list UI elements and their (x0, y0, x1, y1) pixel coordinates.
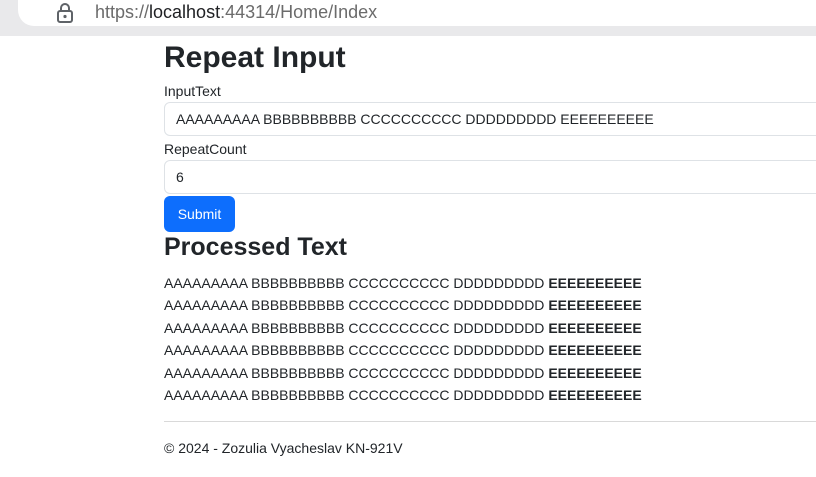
footer-text: © 2024 - Zozulia Vyacheslav KN-921V (164, 440, 403, 456)
processed-line-normal: AAAAAAAAA BBBBBBBBBB CCCCCCCCCC DDDDDDDD… (164, 319, 549, 336)
processed-line-bold: EEEEEEEEEE (548, 297, 642, 314)
processed-line-normal: AAAAAAAAA BBBBBBBBBB CCCCCCCCCC DDDDDDDD… (164, 342, 549, 359)
processed-line-bold: EEEEEEEEEE (548, 387, 642, 404)
input-text-field[interactable]: AAAAAAAAA BBBBBBBBBB CCCCCCCCCC DDDDDDDD… (164, 102, 816, 136)
processed-line: AAAAAAAAA BBBBBBBBBB CCCCCCCCCC DDDDDDDD… (164, 362, 642, 384)
page-title: Repeat Input (164, 41, 346, 74)
repeat-count-field[interactable]: 6 (164, 160, 816, 194)
processed-text-title: Processed Text (164, 233, 347, 261)
processed-line-normal: AAAAAAAAA BBBBBBBBBB CCCCCCCCCC DDDDDDDD… (164, 364, 549, 381)
submit-button[interactable]: Submit (164, 196, 235, 232)
url-field[interactable]: https://localhost:44314/Home/Index (18, 0, 816, 26)
url-scheme: https:// (95, 2, 150, 22)
processed-line-bold: EEEEEEEEEE (548, 364, 642, 381)
input-text-label: InputText (164, 83, 221, 99)
url-host: localhost (149, 2, 221, 22)
browser-address-bar: https://localhost:44314/Home/Index (0, 0, 816, 36)
url-path: :44314/Home/Index (220, 2, 378, 22)
processed-line: AAAAAAAAA BBBBBBBBBB CCCCCCCCCC DDDDDDDD… (164, 317, 642, 339)
processed-line: AAAAAAAAA BBBBBBBBBB CCCCCCCCCC DDDDDDDD… (164, 339, 642, 361)
processed-line-normal: AAAAAAAAA BBBBBBBBBB CCCCCCCCCC DDDDDDDD… (164, 275, 549, 291)
processed-line-normal: AAAAAAAAA BBBBBBBBBB CCCCCCCCCC DDDDDDDD… (164, 297, 549, 314)
processed-line-normal: AAAAAAAAA BBBBBBBBBB CCCCCCCCCC DDDDDDDD… (164, 387, 549, 404)
processed-line-bold: EEEEEEEEEE (548, 319, 642, 336)
processed-line: AAAAAAAAA BBBBBBBBBB CCCCCCCCCC DDDDDDDD… (164, 272, 642, 294)
processed-line-bold: EEEEEEEEEE (548, 275, 642, 291)
repeat-count-label: RepeatCount (164, 141, 247, 157)
lock-icon[interactable] (55, 2, 75, 24)
url-text[interactable]: https://localhost:44314/Home/Index (95, 2, 377, 22)
footer-divider (164, 421, 816, 422)
processed-text-output: AAAAAAAAA BBBBBBBBBB CCCCCCCCCC DDDDDDDD… (164, 272, 642, 406)
processed-line: AAAAAAAAA BBBBBBBBBB CCCCCCCCCC DDDDDDDD… (164, 384, 642, 406)
processed-line: AAAAAAAAA BBBBBBBBBB CCCCCCCCCC DDDDDDDD… (164, 294, 642, 316)
processed-line-bold: EEEEEEEEEE (548, 342, 642, 359)
